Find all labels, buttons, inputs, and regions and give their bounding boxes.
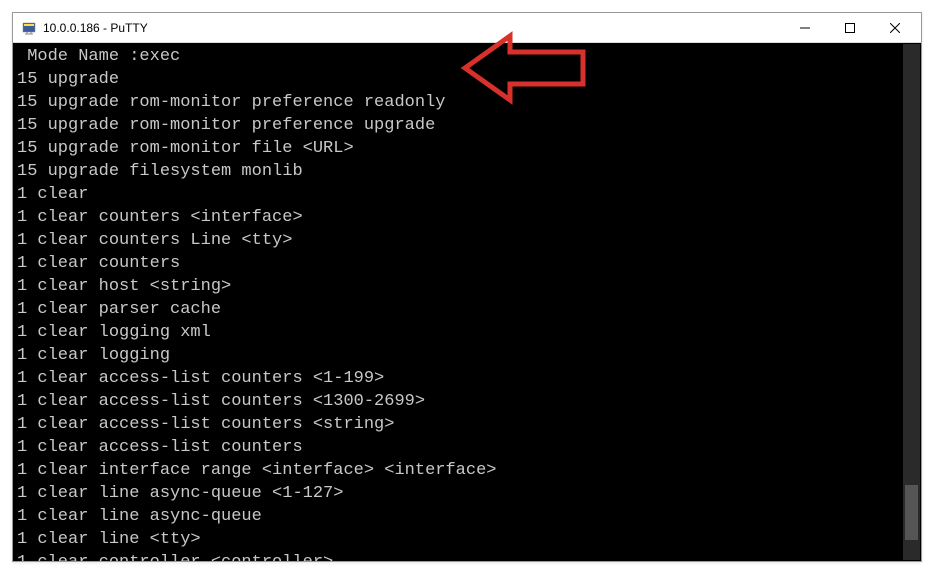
terminal-line: 1 clear interface range <interface> <int… [17,459,917,482]
terminal-line: 1 clear parser cache [17,298,917,321]
putty-window: 10.0.0.186 - PuTTY Mode Name :exec15 upg… [12,12,922,562]
putty-icon [21,20,37,36]
terminal-line: 1 clear line async-queue <1-127> [17,482,917,505]
terminal-line: 1 clear controller <controller> [17,551,917,561]
terminal-line: 1 clear host <string> [17,275,917,298]
terminal-line: 15 upgrade rom-monitor preference readon… [17,91,917,114]
terminal-line: 1 clear access-list counters <1-199> [17,367,917,390]
terminal-line: 1 clear counters <interface> [17,206,917,229]
close-button[interactable] [872,14,917,42]
terminal-line: 1 clear [17,183,917,206]
terminal-line: 1 clear access-list counters [17,436,917,459]
terminal-line: 1 clear access-list counters <1300-2699> [17,390,917,413]
window-controls [782,14,917,42]
terminal-line: 1 clear line <tty> [17,528,917,551]
terminal-line: 15 upgrade rom-monitor preference upgrad… [17,114,917,137]
window-title: 10.0.0.186 - PuTTY [43,21,782,35]
terminal-line: 1 clear counters [17,252,917,275]
terminal-area[interactable]: Mode Name :exec15 upgrade15 upgrade rom-… [13,43,921,561]
scroll-thumb[interactable] [905,485,918,540]
terminal-line: 1 clear line async-queue [17,505,917,528]
terminal-line: 1 clear logging xml [17,321,917,344]
terminal-line: 1 clear logging [17,344,917,367]
minimize-button[interactable] [782,14,827,42]
terminal-line: 15 upgrade filesystem monlib [17,160,917,183]
terminal-line: 1 clear access-list counters <string> [17,413,917,436]
scrollbar[interactable] [903,44,920,560]
terminal-line: 1 clear counters Line <tty> [17,229,917,252]
titlebar: 10.0.0.186 - PuTTY [13,13,921,43]
maximize-button[interactable] [827,14,872,42]
terminal-line: Mode Name :exec [17,45,917,68]
terminal-line: 15 upgrade [17,68,917,91]
terminal-line: 15 upgrade rom-monitor file <URL> [17,137,917,160]
